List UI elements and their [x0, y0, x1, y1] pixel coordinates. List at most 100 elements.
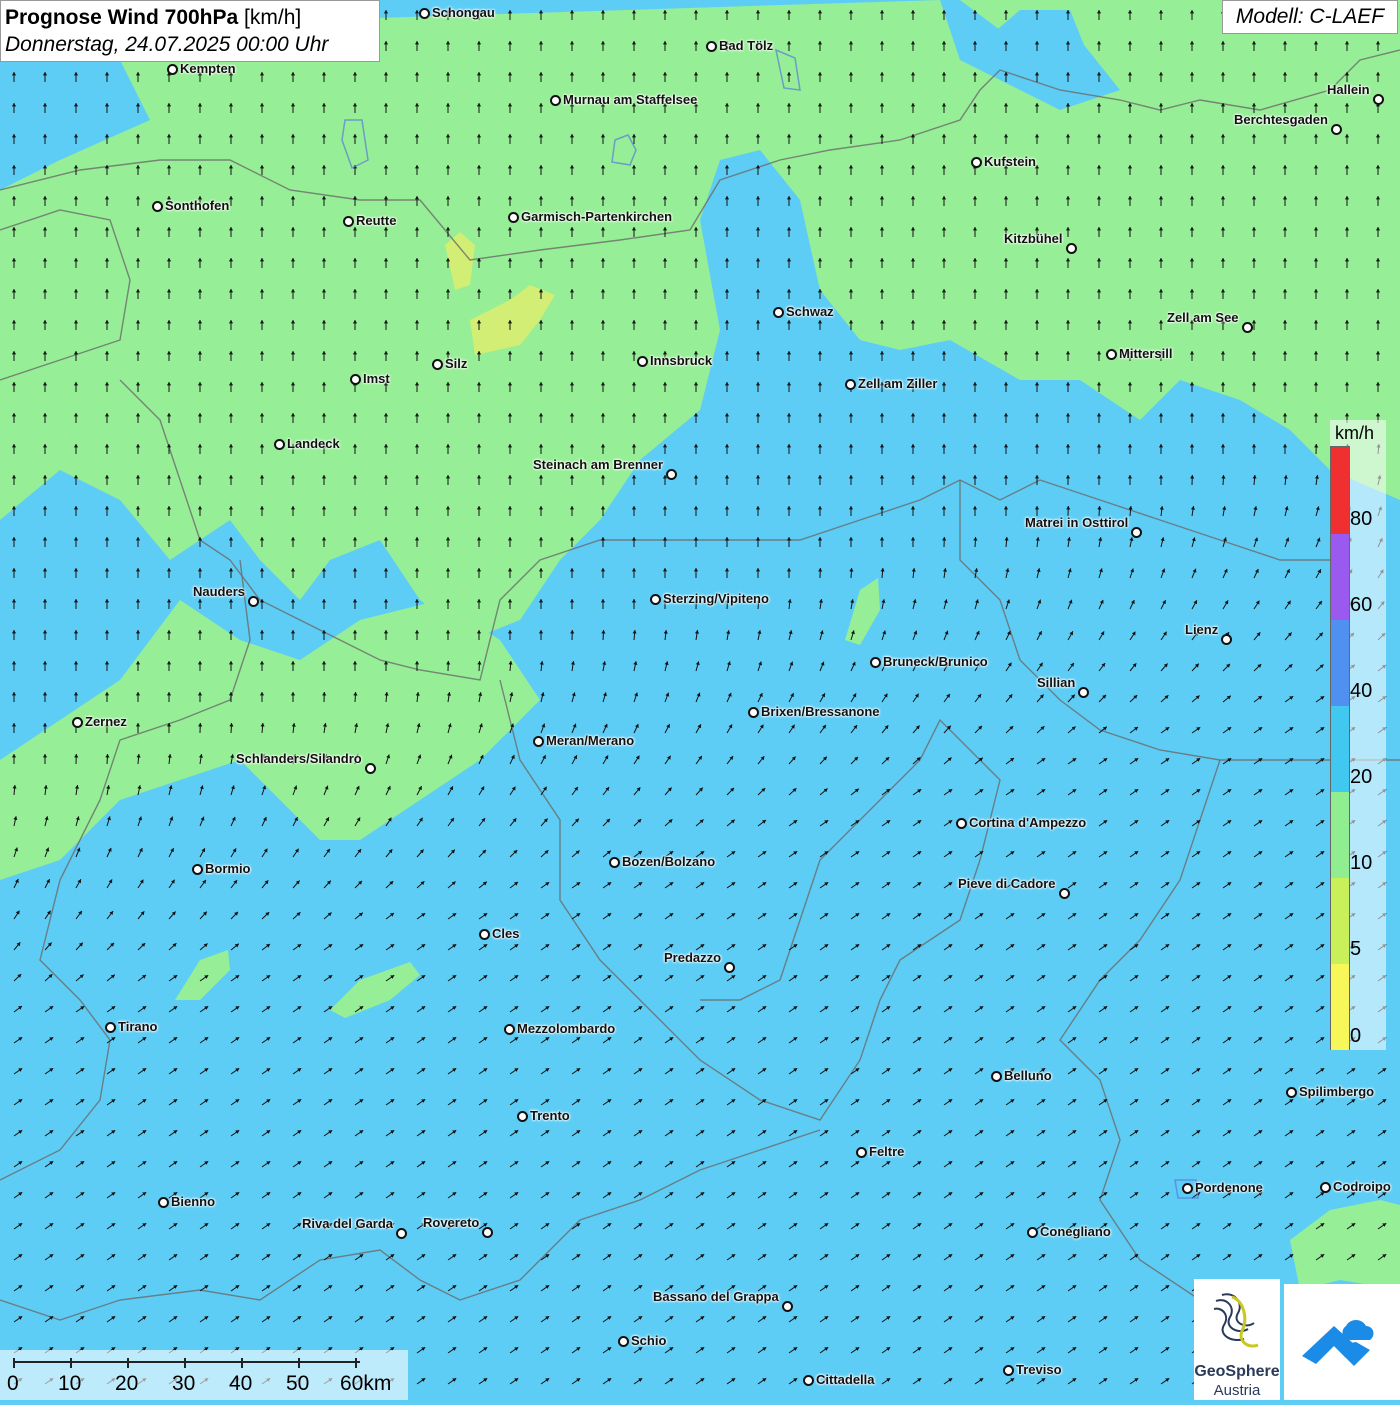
city-marker	[1221, 634, 1232, 645]
city-label: Zell am See	[1167, 310, 1239, 325]
city-marker	[650, 594, 661, 605]
legend-segment	[1331, 447, 1349, 534]
city-marker	[1182, 1183, 1193, 1194]
scale-label: 20	[115, 1372, 138, 1396]
city-label: Kitzbühel	[1004, 231, 1063, 246]
city-marker	[1242, 322, 1253, 333]
map-title: Prognose Wind 700hPa [km/h]	[5, 4, 375, 31]
city-label: Matrei in Osttirol	[1025, 515, 1128, 530]
city-marker	[845, 379, 856, 390]
city-marker	[550, 95, 561, 106]
city-marker	[773, 307, 784, 318]
city-label: Innsbruck	[650, 353, 712, 368]
city-marker	[706, 41, 717, 52]
legend-segment	[1331, 619, 1349, 706]
city-label: Reutte	[356, 213, 396, 228]
city-label: Zell am Ziller	[858, 376, 937, 391]
city-label: Schwaz	[786, 304, 834, 319]
city-label: Steinach am Brenner	[533, 457, 663, 472]
city-label: Meran/Merano	[546, 733, 634, 748]
legend-tick-label: 60	[1350, 594, 1372, 617]
city-label: Sterzing/Vipiteno	[663, 591, 769, 606]
city-marker	[971, 157, 982, 168]
city-marker	[396, 1228, 407, 1239]
city-label: Kempten	[180, 61, 236, 76]
weather-app-logo[interactable]	[1284, 1284, 1400, 1400]
city-label: Lienz	[1185, 622, 1218, 637]
city-label: Cortina d'Ampezzo	[969, 815, 1086, 830]
geosphere-emblem-icon	[1194, 1279, 1280, 1363]
legend-segment	[1331, 705, 1349, 792]
legend-segment	[1331, 877, 1349, 964]
city-label: Silz	[445, 356, 467, 371]
city-marker	[1373, 94, 1384, 105]
city-label: Schongau	[432, 5, 495, 20]
city-marker	[274, 439, 285, 450]
legend-segment	[1331, 533, 1349, 620]
city-label: Garmisch-Partenkirchen	[521, 209, 672, 224]
legend-tick-label: 20	[1350, 766, 1372, 789]
city-label: Bad Tölz	[719, 38, 773, 53]
city-label: Rovereto	[423, 1215, 479, 1230]
legend-segment	[1331, 791, 1349, 878]
city-marker	[666, 469, 677, 480]
scale-label: 30	[172, 1372, 195, 1396]
city-marker	[365, 763, 376, 774]
city-marker	[724, 962, 735, 973]
city-marker	[343, 216, 354, 227]
city-marker	[192, 864, 203, 875]
map-title-box: Prognose Wind 700hPa [km/h] Donnerstag, …	[0, 0, 380, 62]
city-marker	[1131, 527, 1142, 538]
city-marker	[803, 1375, 814, 1386]
city-label: Trento	[530, 1108, 570, 1123]
city-label: Imst	[363, 371, 390, 386]
city-label: Tirano	[118, 1019, 158, 1034]
city-label: Zernez	[85, 714, 127, 729]
city-marker	[856, 1147, 867, 1158]
legend-tick-label: 5	[1350, 938, 1361, 961]
scale-label: 10	[58, 1372, 81, 1396]
city-marker	[1066, 243, 1077, 254]
city-marker	[1106, 349, 1117, 360]
city-marker	[870, 657, 881, 668]
city-marker	[158, 1197, 169, 1208]
city-label: Nauders	[193, 584, 245, 599]
city-label: Mittersill	[1119, 346, 1172, 361]
city-label: Berchtesgaden	[1234, 112, 1328, 127]
city-label: Hallein	[1327, 82, 1370, 97]
city-marker	[1331, 124, 1342, 135]
legend-unit: km/h	[1335, 423, 1374, 444]
geosphere-country: Austria	[1194, 1382, 1280, 1399]
city-label: Brixen/Bressanone	[761, 704, 880, 719]
city-marker	[504, 1024, 515, 1035]
title-unit: [km/h]	[244, 6, 301, 29]
city-marker	[637, 356, 648, 367]
city-label: Spilimbergo	[1299, 1084, 1374, 1099]
city-marker	[956, 818, 967, 829]
city-label: Sonthofen	[165, 198, 229, 213]
city-label: Belluno	[1004, 1068, 1052, 1083]
city-marker	[1286, 1087, 1297, 1098]
city-marker	[508, 212, 519, 223]
legend-tick-label: 80	[1350, 508, 1372, 531]
city-marker	[748, 707, 759, 718]
city-marker	[1078, 687, 1089, 698]
scale-label: 40	[229, 1372, 252, 1396]
city-marker	[1320, 1182, 1331, 1193]
city-label: Predazzo	[664, 950, 721, 965]
city-marker	[419, 8, 430, 19]
city-label: Schio	[631, 1333, 666, 1348]
forecast-datetime: Donnerstag, 24.07.2025 00:00 Uhr	[5, 31, 375, 58]
city-marker	[167, 64, 178, 75]
scale-label: 60km	[340, 1372, 391, 1396]
geosphere-logo[interactable]: GeoSphere Austria	[1194, 1279, 1280, 1400]
city-label: Schlanders/Silandro	[236, 751, 362, 766]
city-marker	[782, 1301, 793, 1312]
city-marker	[350, 374, 361, 385]
city-marker	[105, 1022, 116, 1033]
scale-label: 50	[286, 1372, 309, 1396]
city-marker	[432, 359, 443, 370]
city-marker	[609, 857, 620, 868]
legend-segment	[1331, 963, 1349, 1050]
city-label: Treviso	[1016, 1362, 1062, 1377]
